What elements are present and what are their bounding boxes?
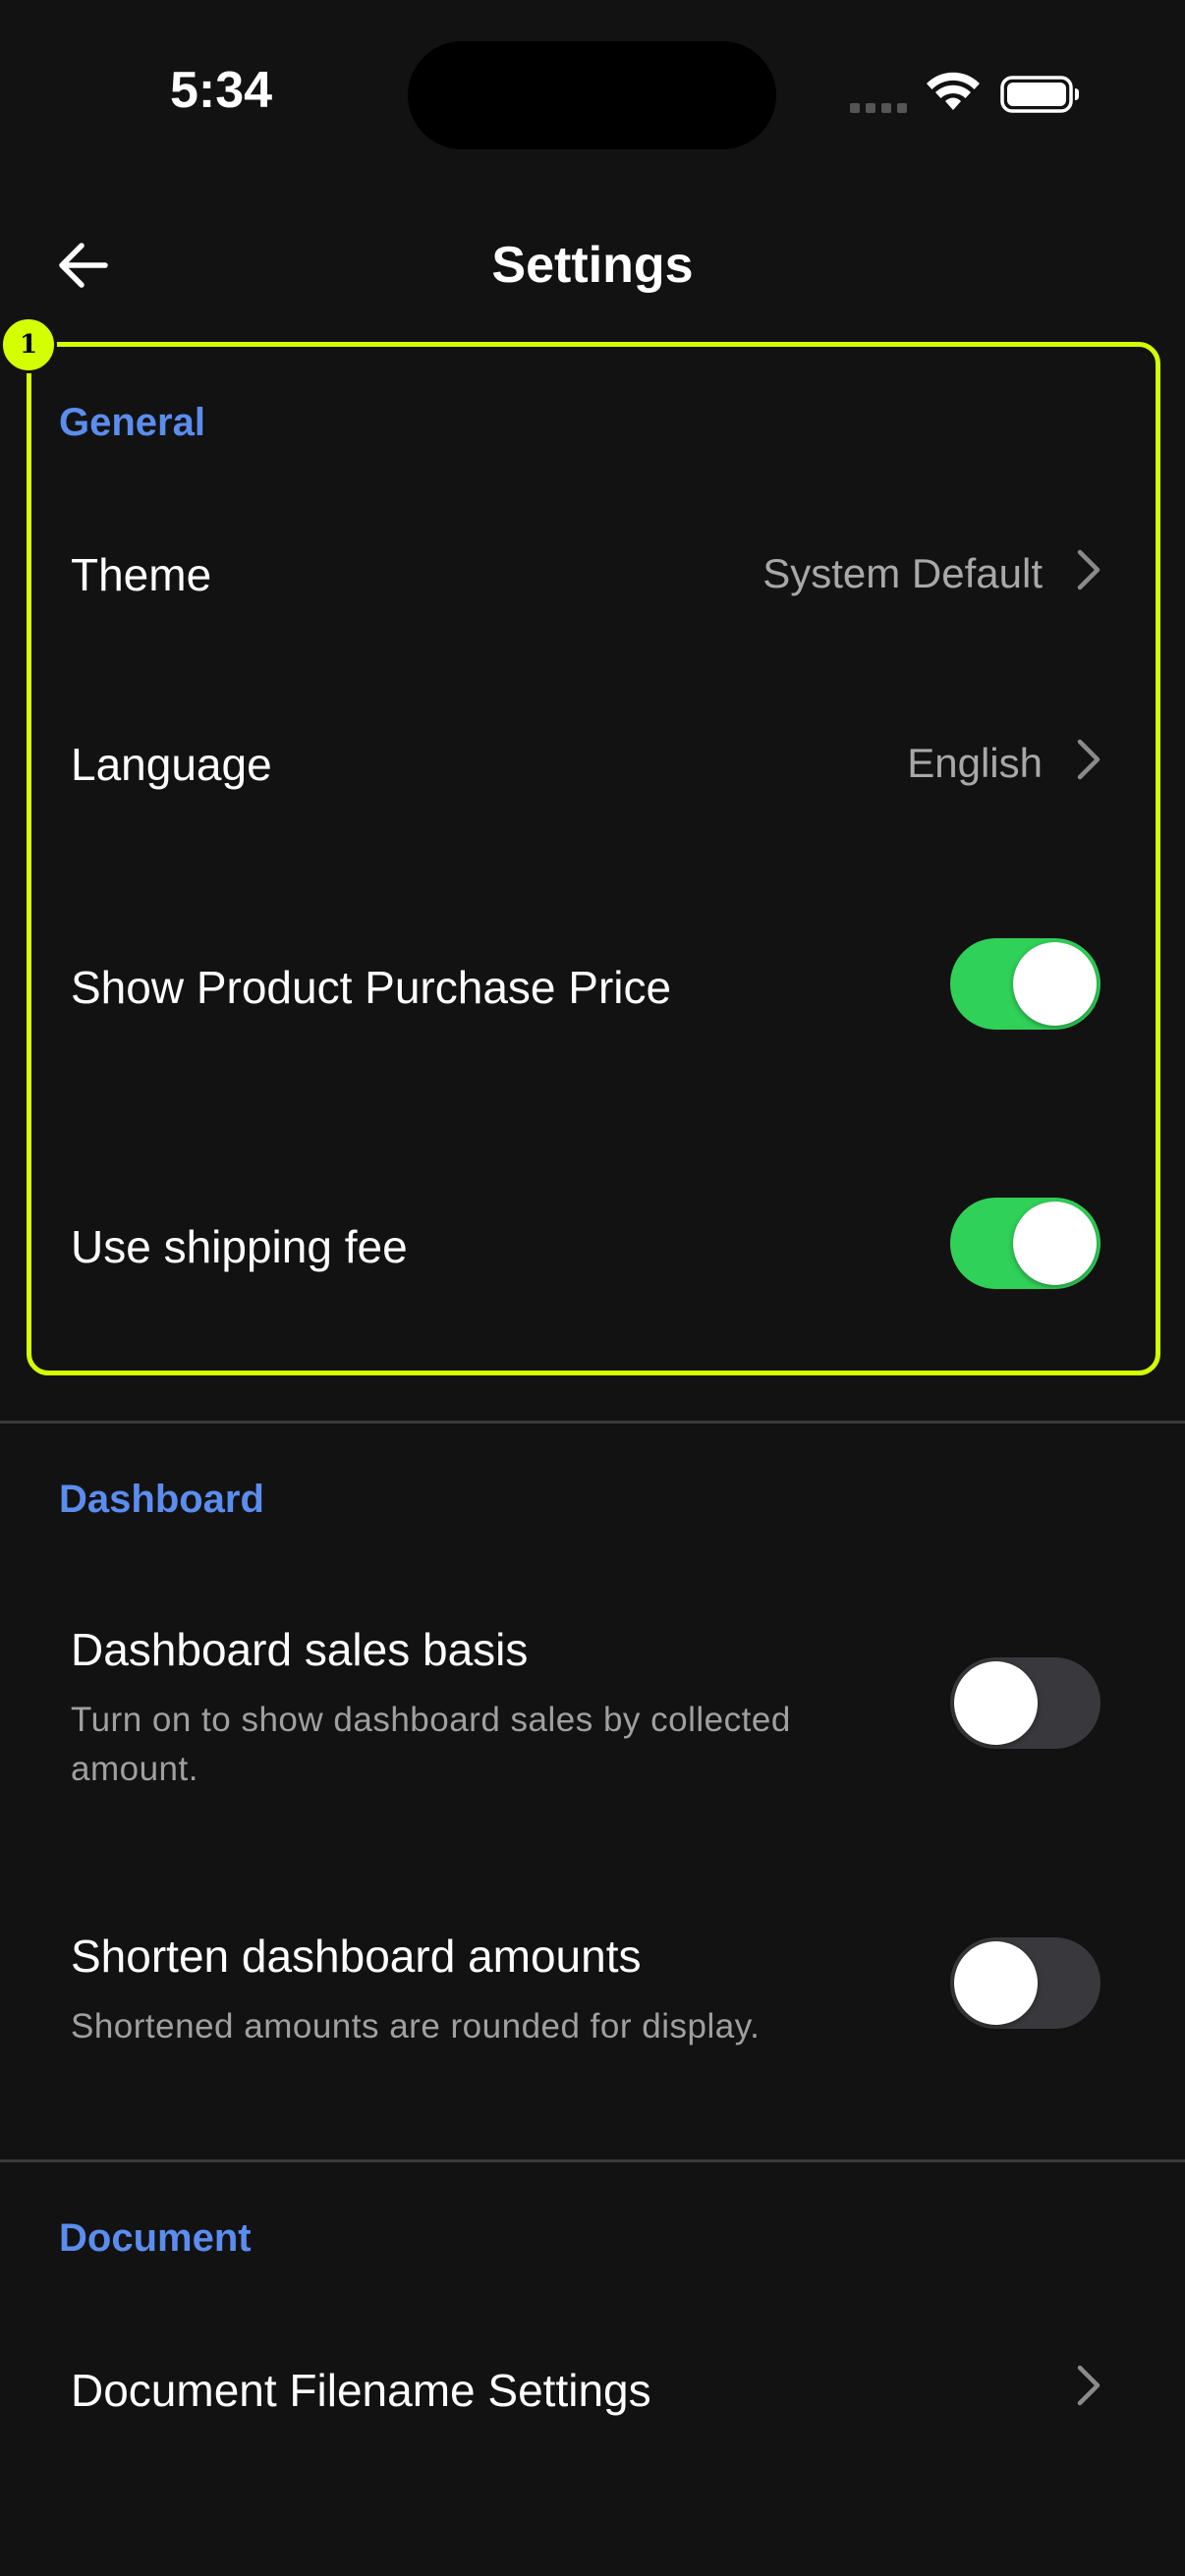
row-value-theme: System Default <box>762 550 1043 596</box>
settings-row-document-filename[interactable]: Document Filename Settings <box>0 2328 1185 2446</box>
toggle-knob <box>1013 942 1097 1026</box>
dynamic-island <box>408 41 776 149</box>
section-divider <box>0 2159 1185 2162</box>
toggle-dashboard-sales-basis[interactable] <box>950 1657 1100 1749</box>
section-header-document: Document <box>59 2216 252 2260</box>
row-label-use-shipping-fee: Use shipping fee <box>71 1221 408 1272</box>
row-description-shorten-dashboard-amounts: Shortened amounts are rounded for displa… <box>71 2007 761 2045</box>
toggle-use-shipping-fee[interactable] <box>950 1198 1100 1289</box>
row-label-shorten-dashboard-amounts: Shorten dashboard amounts <box>71 1931 642 1982</box>
toggle-knob <box>954 1661 1038 1745</box>
row-description-dashboard-sales-basis: Turn on to show dashboard sales by colle… <box>71 1701 791 1788</box>
row-label-theme: Theme <box>71 549 212 600</box>
settings-row-shorten-dashboard-amounts: Shorten dashboard amounts Shortened amou… <box>0 1918 1185 2065</box>
toggle-shorten-dashboard-amounts[interactable] <box>950 1937 1100 2029</box>
row-label-dashboard-sales-basis: Dashboard sales basis <box>71 1624 529 1675</box>
toggle-show-purchase-price[interactable] <box>950 938 1100 1030</box>
settings-row-theme[interactable]: Theme System Default <box>0 511 1185 629</box>
row-label-language: Language <box>71 739 272 790</box>
section-header-general: General <box>59 401 205 444</box>
section-header-dashboard: Dashboard <box>59 1478 264 1521</box>
chevron-right-icon <box>1077 549 1100 590</box>
cellular-signal-icon <box>850 103 907 113</box>
status-bar: 5:34 <box>0 0 1185 196</box>
toggle-knob <box>954 1941 1038 2025</box>
chevron-right-icon <box>1077 2365 1100 2406</box>
settings-row-show-purchase-price: Show Product Purchase Price <box>0 924 1185 1041</box>
toggle-knob <box>1013 1202 1097 1285</box>
settings-row-dashboard-sales-basis: Dashboard sales basis Turn on to show da… <box>0 1611 1185 1808</box>
battery-icon <box>1000 76 1079 113</box>
row-value-language: English <box>907 740 1043 786</box>
chevron-right-icon <box>1077 739 1100 780</box>
page-title: Settings <box>491 237 694 294</box>
settings-row-language[interactable]: Language English <box>0 700 1185 818</box>
row-label-document-filename: Document Filename Settings <box>71 2365 651 2416</box>
section-divider <box>0 1421 1185 1424</box>
row-label-show-purchase-price: Show Product Purchase Price <box>71 962 672 1013</box>
highlight-badge: 1 <box>0 316 57 373</box>
wifi-icon <box>927 72 980 110</box>
status-time: 5:34 <box>169 62 273 119</box>
header: Settings <box>0 206 1185 324</box>
settings-row-use-shipping-fee: Use shipping fee <box>0 1183 1185 1301</box>
